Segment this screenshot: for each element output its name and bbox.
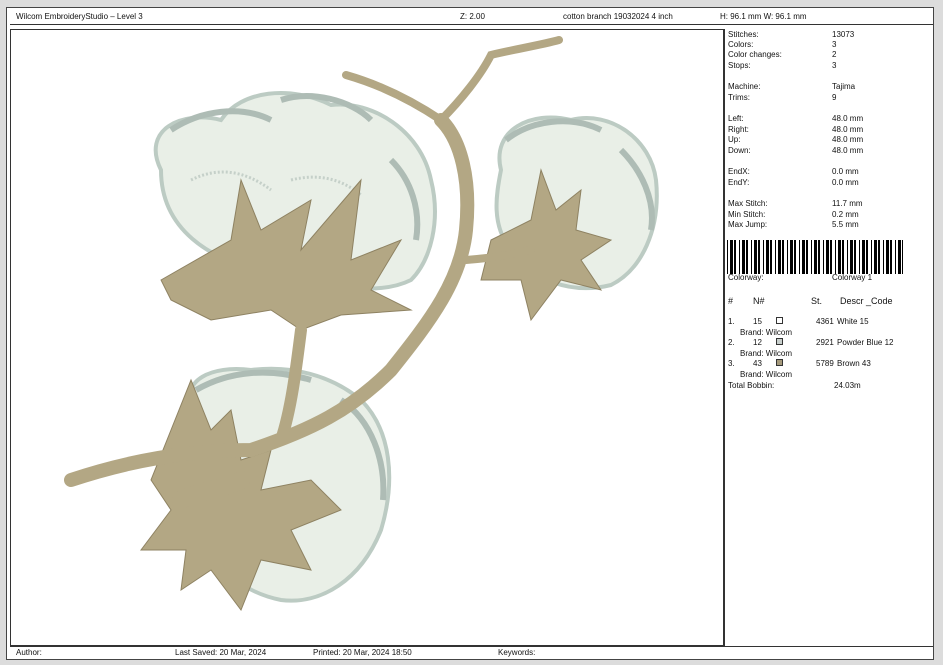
footer-author: Author:	[16, 648, 42, 657]
info-row: Stops: 3	[728, 61, 837, 70]
thread-row-n: 12	[753, 338, 762, 347]
thread-row-st: 5789	[816, 359, 834, 368]
design-name: cotton branch 19032024 4 inch	[563, 12, 673, 21]
thread-row-desc: Powder Blue 12	[837, 338, 894, 347]
col-header-n: N#	[753, 296, 765, 306]
colorway-row: Colorway: Colorway 1	[728, 273, 873, 282]
info-row: Colors: 3	[728, 40, 837, 49]
thread-row-desc: White 15	[837, 317, 869, 326]
col-header-desc: Descr _Code	[840, 296, 893, 306]
footer-last-saved: Last Saved: 20 Mar, 2024	[175, 648, 267, 657]
info-row: EndX: 0.0 mm	[728, 167, 859, 176]
footer-divider	[10, 646, 933, 647]
thread-swatch	[776, 338, 783, 345]
info-row: Up: 48.0 mm	[728, 135, 864, 144]
info-divider	[724, 29, 725, 646]
col-header-st: St.	[811, 296, 823, 306]
info-row: EndY: 0.0 mm	[728, 178, 859, 187]
thread-row-num: 3.	[728, 359, 735, 368]
info-row: Machine: Tajima	[728, 82, 856, 91]
info-row: Max Stitch: 11.7 mm	[728, 199, 863, 208]
thread-row-desc: Brown 43	[837, 359, 871, 368]
thread-row-brand: Brand: Wilcom	[740, 328, 793, 337]
thread-row-brand: Brand: Wilcom	[740, 349, 793, 358]
total-bobbin-value: 24.03m	[834, 381, 861, 390]
info-row: Color changes: 2	[728, 50, 837, 59]
info-row: Trims: 9	[728, 93, 837, 102]
thread-swatch	[776, 317, 783, 324]
info-row: Max Jump: 5.5 mm	[728, 220, 859, 229]
footer-keywords: Keywords:	[498, 648, 536, 657]
thread-row-brand: Brand: Wilcom	[740, 370, 793, 379]
info-row: Right: 48.0 mm	[728, 125, 864, 134]
info-row: Stitches: 13073	[728, 30, 855, 39]
info-row: Down: 48.0 mm	[728, 146, 864, 155]
thread-row-st: 4361	[816, 317, 834, 326]
thread-row-st: 2921	[816, 338, 834, 347]
header-divider	[10, 24, 933, 25]
design-preview-frame	[10, 29, 724, 646]
info-row: Min Stitch: 0.2 mm	[728, 210, 859, 219]
embroidery-design-image	[64, 36, 659, 612]
design-dimensions: H: 96.1 mm W: 96.1 mm	[720, 12, 807, 21]
barcode-image	[727, 240, 903, 274]
total-bobbin-label: Total Bobbin:	[728, 381, 775, 390]
app-title: Wilcom EmbroideryStudio – Level 3	[16, 12, 143, 21]
thread-row-num: 1.	[728, 317, 735, 326]
thread-row-num: 2.	[728, 338, 735, 347]
zoom-level: Z: 2.00	[460, 12, 485, 21]
info-row: Left: 48.0 mm	[728, 114, 864, 123]
thread-row-n: 43	[753, 359, 762, 368]
thread-swatch	[776, 359, 783, 366]
col-header-num: #	[728, 296, 734, 306]
footer-printed: Printed: 20 Mar, 2024 18:50	[313, 648, 412, 657]
thread-row-n: 15	[753, 317, 762, 326]
